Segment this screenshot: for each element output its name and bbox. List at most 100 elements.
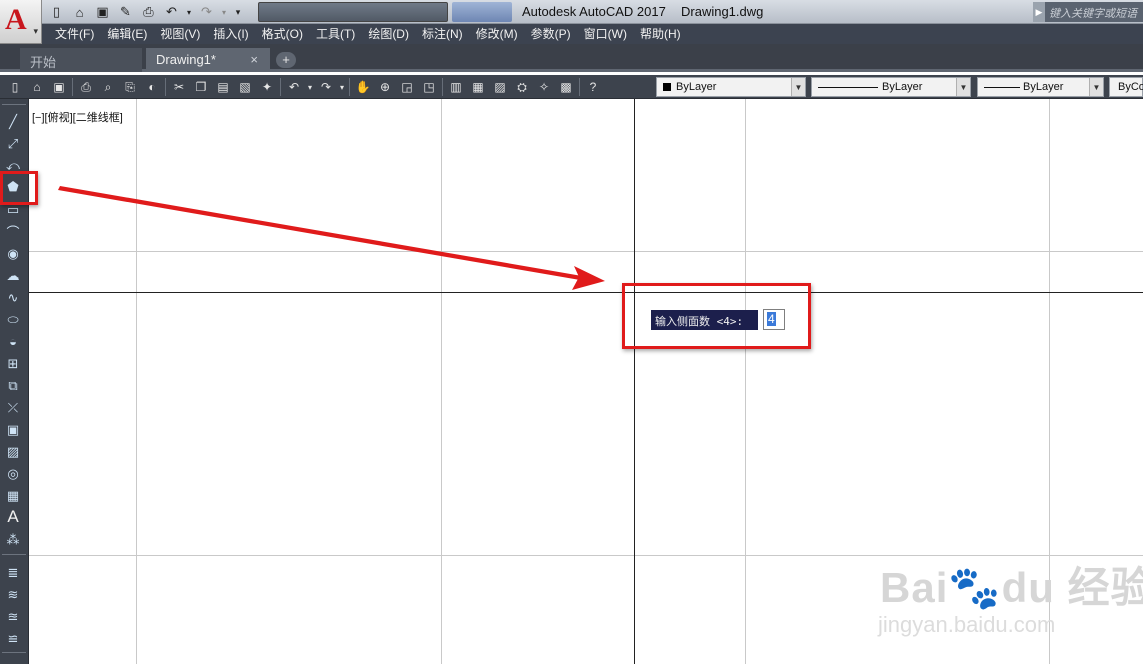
tab-drawing1[interactable]: Drawing1* × [146,48,270,72]
redo-icon[interactable]: ↷ [315,76,337,98]
save-as-icon[interactable]: ✎ [115,2,136,22]
copy-icon[interactable]: ❐ [190,76,212,98]
color-value: ByLayer [676,81,717,93]
chevron-down-icon: ▼ [956,78,970,96]
match-properties-icon[interactable]: ▧ [234,76,256,98]
calculator-icon[interactable]: ▩ [555,76,577,98]
linetype-value: ByLayer [882,81,923,93]
undo-dropdown-icon[interactable]: ▾ [184,2,194,22]
undo-icon[interactable]: ↶ [283,76,305,98]
menu-dimension[interactable]: 标注(N) [416,24,469,44]
paste-icon[interactable]: ▤ [212,76,234,98]
menu-help[interactable]: 帮助(H) [634,24,687,44]
autocad-window: ▯ ⌂ ▣ ✎ ⎙ ↶ ▾ ↷ ▾ ▾ Autodesk AutoCAD 201… [0,0,1143,664]
menu-edit[interactable]: 编辑(E) [101,24,153,44]
application-menu-button[interactable]: A ▾ [0,0,42,44]
layer-icon[interactable]: ≣ [3,563,23,582]
ellipse-icon[interactable]: ⬭ [3,310,23,329]
undo-dropdown-icon[interactable]: ▾ [305,76,315,98]
menu-parametric[interactable]: 参数(P) [525,24,577,44]
new-icon[interactable]: ▯ [4,76,26,98]
design-center-icon[interactable]: ▦ [467,76,489,98]
pan-icon[interactable]: ✋ [352,76,374,98]
divider [579,78,580,96]
viewport-controls[interactable]: [−][俯视][二维线框] [32,109,123,125]
publish-icon[interactable]: ⎘ [119,76,141,98]
tool-palettes-icon[interactable]: ▨ [489,76,511,98]
tab-drawing-label: Drawing1* [156,52,216,67]
menu-tools[interactable]: 工具(T) [310,24,361,44]
close-icon[interactable]: × [250,52,258,67]
sheet-set-icon[interactable]: ⛭ [511,76,533,98]
construction-line-icon[interactable]: ⤢ [3,134,23,153]
search-input[interactable]: 键入关键字或短语 [1045,2,1143,22]
crosshair-horizontal [29,292,1143,293]
redo-dropdown-icon[interactable]: ▾ [219,2,229,22]
table-icon[interactable]: ▦ [3,486,23,505]
menu-modify[interactable]: 修改(M) [470,24,524,44]
block-editor-icon[interactable]: ✦ [256,76,278,98]
layer-states-icon[interactable]: ≋ [3,585,23,604]
plot-icon[interactable]: ⎙ [75,76,97,98]
markup-icon[interactable]: ✧ [533,76,555,98]
hatch-icon[interactable]: ▣ [3,420,23,439]
menu-draw[interactable]: 绘图(D) [362,24,415,44]
customize-qat-icon[interactable]: ▾ [231,2,245,22]
file-tab-bar: 开始 Drawing1* × + [0,44,1143,72]
divider [2,554,26,555]
make-block-icon[interactable]: ⧉ [3,376,23,395]
line-icon[interactable]: ╱ [3,112,23,131]
standard-toolbar: ▯ ⌂ ▣ ⎙ ⌕ ⎘ ◐ ✂ ❐ ▤ ▧ ✦ ↶ ▾ ↷ ▾ ✋ ⊕ ◲ ◳ … [0,75,1143,99]
save-icon[interactable]: ▣ [48,76,70,98]
search-expand-icon[interactable]: ▶ [1033,2,1045,22]
help-icon[interactable]: ? [582,76,604,98]
redo-icon[interactable]: ↷ [196,2,217,22]
undo-icon[interactable]: ↶ [161,2,182,22]
circle-icon[interactable]: ◉ [3,244,23,263]
open-file-icon[interactable]: ⌂ [69,2,90,22]
menu-file[interactable]: 文件(F) [49,24,100,44]
arc-icon[interactable]: ⌒ [3,222,23,241]
highlight-polygon-tool [0,171,38,205]
tab-start[interactable]: 开始 [20,48,142,72]
grid-line [136,99,137,664]
new-tab-button[interactable]: + [276,52,296,68]
spline-icon[interactable]: ∿ [3,288,23,307]
title-bar: ▯ ⌂ ▣ ✎ ⎙ ↶ ▾ ↷ ▾ ▾ Autodesk AutoCAD 201… [0,0,1143,24]
print-icon[interactable]: ⎙ [138,2,159,22]
menu-format[interactable]: 格式(O) [256,24,309,44]
plot-preview-icon[interactable]: ⌕ [97,76,119,98]
plotstyle-combo[interactable]: ByCo [1109,77,1143,97]
3d-print-icon[interactable]: ◐ [141,76,163,98]
ellipse-arc-icon[interactable]: ◒ [3,332,23,351]
autocad-logo-icon: A [5,3,27,36]
lineweight-combo[interactable]: ByLayer ▼ [977,77,1104,97]
redo-dropdown-icon[interactable]: ▾ [337,76,347,98]
grid-line [745,99,746,664]
insert-block-icon[interactable]: ⊞ [3,354,23,373]
region-icon[interactable]: ◎ [3,464,23,483]
cut-icon[interactable]: ✂ [168,76,190,98]
revision-cloud-icon[interactable]: ☁ [3,266,23,285]
properties-icon[interactable]: ▥ [445,76,467,98]
chevron-down-icon: ▼ [1089,78,1103,96]
zoom-window-icon[interactable]: ◲ [396,76,418,98]
multiline-text-icon[interactable]: A [3,507,23,526]
zoom-realtime-icon[interactable]: ⊕ [374,76,396,98]
grid-line [441,99,442,664]
linetype-combo[interactable]: ByLayer ▼ [811,77,971,97]
color-combo[interactable]: ByLayer ▼ [656,77,806,97]
layer-previous-icon[interactable]: ≊ [3,607,23,626]
menu-view[interactable]: 视图(V) [154,24,206,44]
lineweight-sample [984,87,1020,88]
menu-insert[interactable]: 插入(I) [207,24,254,44]
layer-isolate-icon[interactable]: ≌ [3,629,23,648]
new-file-icon[interactable]: ▯ [46,2,67,22]
gradient-icon[interactable]: ▨ [3,442,23,461]
point-icon[interactable]: ⤫ [3,398,23,417]
open-icon[interactable]: ⌂ [26,76,48,98]
menu-window[interactable]: 窗口(W) [578,24,633,44]
add-selected-icon[interactable]: ⁂ [3,530,23,549]
zoom-previous-icon[interactable]: ◳ [418,76,440,98]
save-icon[interactable]: ▣ [92,2,113,22]
